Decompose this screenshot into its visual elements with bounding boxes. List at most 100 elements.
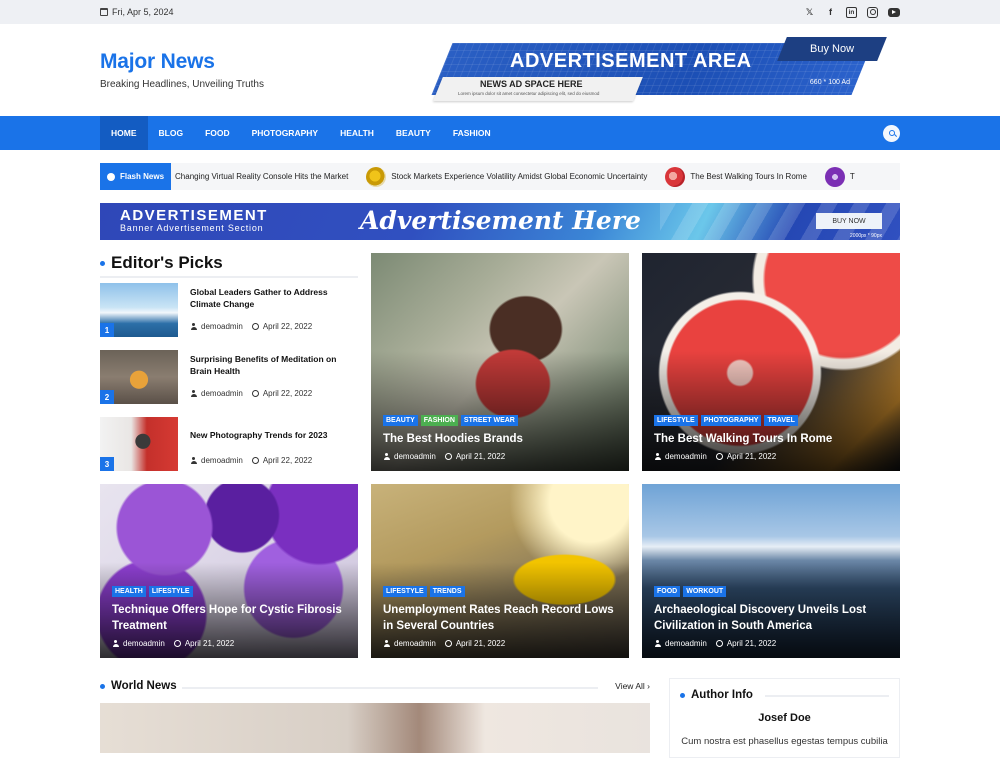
tag-beauty[interactable]: BEAUTY (383, 415, 418, 426)
clock-icon (715, 453, 723, 460)
list-item[interactable]: 1 Global Leaders Gather to Address Clima… (100, 283, 358, 337)
flash-icon (107, 172, 115, 181)
user-icon (383, 453, 390, 460)
tag-street-wear[interactable]: STREET WEAR (460, 415, 518, 426)
pick-meta: demoadmin April 22, 2022 (190, 389, 312, 398)
world-news-image[interactable] (100, 703, 650, 753)
nav-item-photography[interactable]: PHOTOGRAPHY (241, 116, 329, 150)
nav-item-food[interactable]: FOOD (194, 116, 241, 150)
list-item[interactable]: 3 New Photography Trends for 2023 demoad… (100, 417, 358, 471)
tag-lifestyle[interactable]: LIFESTYLE (383, 586, 427, 597)
card-title[interactable]: The Best Hoodies Brands (383, 431, 619, 447)
editors-picks: Editor's Picks (100, 253, 358, 278)
clock-icon (251, 390, 259, 397)
card-title[interactable]: Archaeological Discovery Unveils Lost Ci… (654, 602, 890, 634)
chevron-right-icon: › (647, 681, 650, 691)
card-date: April 21, 2022 (726, 452, 777, 461)
ticker-items: Changing Virtual Reality Console Hits th… (171, 166, 855, 187)
view-all-link[interactable]: View All › (615, 681, 650, 691)
pick-author[interactable]: demoadmin (201, 456, 243, 465)
pick-title[interactable]: New Photography Trends for 2023 (190, 429, 358, 441)
search-button[interactable] (883, 124, 900, 142)
ticker-item[interactable]: Changing Virtual Reality Console Hits th… (175, 172, 348, 181)
pick-author[interactable]: demoadmin (201, 322, 243, 331)
ad-subtitle: NEWS AD SPACE HERE (480, 79, 583, 89)
banner-left-text: ADVERTISEMENT Banner Advertisement Secti… (120, 207, 268, 233)
card-author[interactable]: demoadmin (665, 639, 707, 648)
search-icon (888, 130, 895, 136)
nav-item-health[interactable]: HEALTH (329, 116, 385, 150)
facebook-icon[interactable]: f (825, 7, 836, 18)
featured-card[interactable]: LIFESTYLE TRENDS Unemployment Rates Reac… (371, 484, 629, 658)
flash-news-label: Flash News (100, 163, 172, 190)
clock-icon (444, 640, 452, 647)
ticker-item-title: T (849, 172, 855, 181)
tag-health[interactable]: HEALTH (112, 586, 146, 597)
card-author[interactable]: demoadmin (665, 452, 707, 461)
editors-picks-heading: Editor's Picks (100, 253, 358, 273)
card-title[interactable]: Technique Offers Hope for Cystic Fibrosi… (112, 602, 348, 634)
pick-title[interactable]: Global Leaders Gather to Address Climate… (190, 286, 358, 310)
pick-date: April 22, 2022 (262, 322, 313, 331)
tag-workout[interactable]: WORKOUT (683, 586, 727, 597)
pick-number: 1 (100, 323, 114, 337)
banner-headline: Advertisement Here (360, 206, 641, 235)
instagram-icon[interactable] (867, 6, 878, 18)
section-divider (182, 687, 598, 689)
header-advertisement[interactable]: ADVERTISEMENT AREA Buy Now NEWS AD SPACE… (430, 37, 890, 103)
tag-food[interactable]: FOOD (654, 586, 681, 597)
clock-icon (251, 323, 259, 330)
section-dot-icon (100, 260, 105, 266)
tag-photography[interactable]: PHOTOGRAPHY (700, 415, 762, 426)
ad-buy-now-label: Buy Now (809, 43, 855, 55)
author-info-heading: Author Info (680, 689, 753, 701)
top-bar: Fri, Apr 5, 2024 𝕏 f in (0, 0, 1000, 24)
card-author[interactable]: demoadmin (394, 639, 436, 648)
ticker-item[interactable]: Stock Markets Experience Volatility Amid… (366, 166, 647, 187)
featured-card[interactable]: BEAUTY FASHION STREET WEAR The Best Hood… (371, 253, 629, 471)
card-tags: LIFESTYLE PHOTOGRAPHY TRAVEL (654, 415, 890, 426)
card-title[interactable]: Unemployment Rates Reach Record Lows in … (383, 602, 619, 634)
nav-item-beauty[interactable]: BEAUTY (385, 116, 442, 150)
nav-item-home[interactable]: HOME (100, 116, 148, 150)
tag-fashion[interactable]: FASHION (420, 415, 458, 426)
ad-buy-now-button[interactable]: Buy Now (777, 37, 887, 61)
flash-news-text: Flash News (120, 172, 165, 181)
featured-card[interactable]: HEALTH LIFESTYLE Technique Offers Hope f… (100, 484, 358, 658)
section-divider (765, 695, 889, 697)
section-dot-icon (680, 692, 685, 698)
card-author[interactable]: demoadmin (394, 452, 436, 461)
tag-trends[interactable]: TRENDS (429, 586, 465, 597)
pick-author[interactable]: demoadmin (201, 389, 243, 398)
nav-item-blog[interactable]: BLOG (148, 116, 195, 150)
card-info: BEAUTY FASHION STREET WEAR The Best Hood… (383, 415, 619, 461)
youtube-icon[interactable] (888, 7, 900, 17)
pick-title[interactable]: Surprising Benefits of Meditation on Bra… (190, 353, 358, 377)
pick-number: 2 (100, 390, 114, 404)
tag-travel[interactable]: TRAVEL (764, 415, 798, 426)
card-info: FOOD WORKOUT Archaeological Discovery Un… (654, 586, 890, 648)
x-icon[interactable]: 𝕏 (804, 7, 815, 18)
clock-icon (715, 640, 723, 647)
card-author[interactable]: demoadmin (123, 639, 165, 648)
editors-picks-title: Editor's Picks (111, 253, 223, 272)
flash-news-ticker: Flash News Changing Virtual Reality Cons… (100, 163, 900, 190)
card-title[interactable]: The Best Walking Tours In Rome (654, 431, 890, 447)
featured-card[interactable]: LIFESTYLE PHOTOGRAPHY TRAVEL The Best Wa… (642, 253, 900, 471)
ticker-item[interactable]: The Best Walking Tours In Rome (665, 166, 807, 187)
ad-fine-print: Lorem ipsum dolor sit amet consectetur a… (458, 91, 600, 96)
card-meta: demoadmin April 21, 2022 (654, 452, 890, 461)
tag-lifestyle[interactable]: LIFESTYLE (654, 415, 698, 426)
list-item[interactable]: 2 Surprising Benefits of Meditation on B… (100, 350, 358, 404)
featured-card[interactable]: FOOD WORKOUT Archaeological Discovery Un… (642, 484, 900, 658)
calendar-icon (100, 8, 108, 16)
site-title[interactable]: Major News (100, 50, 215, 73)
banner-buy-now-button[interactable]: BUY NOW (816, 213, 882, 229)
site-tagline: Breaking Headlines, Unveiling Truths (100, 79, 264, 90)
banner-advertisement[interactable]: ADVERTISEMENT Banner Advertisement Secti… (100, 203, 900, 240)
ticker-item-title: The Best Walking Tours In Rome (690, 172, 807, 181)
tag-lifestyle[interactable]: LIFESTYLE (148, 586, 193, 597)
ticker-item[interactable]: T (824, 166, 855, 187)
linkedin-icon[interactable]: in (846, 6, 857, 18)
nav-item-fashion[interactable]: FASHION (442, 116, 502, 150)
